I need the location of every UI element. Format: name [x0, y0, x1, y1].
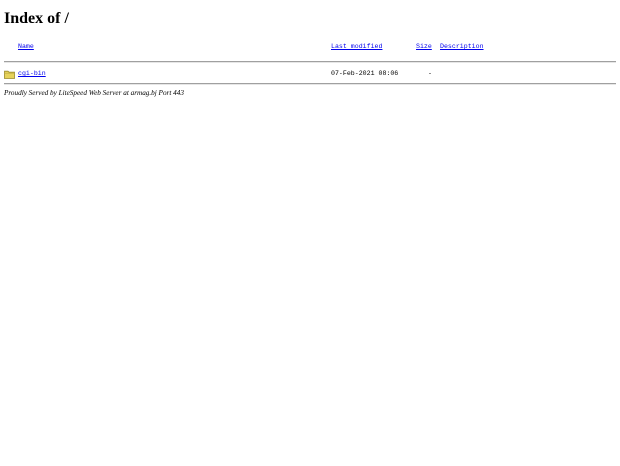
sort-by-last-modified-link[interactable]: Last modified	[331, 43, 382, 51]
server-signature: Proudly Served by LiteSpeed Web Server a…	[4, 89, 184, 97]
row-cgi-bin-link[interactable]: cgi-bin	[18, 70, 46, 78]
sort-by-name-link[interactable]: Name	[18, 43, 34, 51]
footer-divider	[4, 83, 616, 85]
row-cgi-bin-size: -	[428, 70, 432, 77]
header-divider	[4, 61, 616, 63]
folder-icon	[4, 66, 15, 79]
sort-by-description-link[interactable]: Description	[440, 43, 484, 51]
page-title: Index of /	[4, 10, 69, 27]
sort-by-size-link[interactable]: Size	[416, 43, 432, 51]
row-cgi-bin-last-modified: 07-Feb-2021 08:06	[331, 70, 399, 77]
